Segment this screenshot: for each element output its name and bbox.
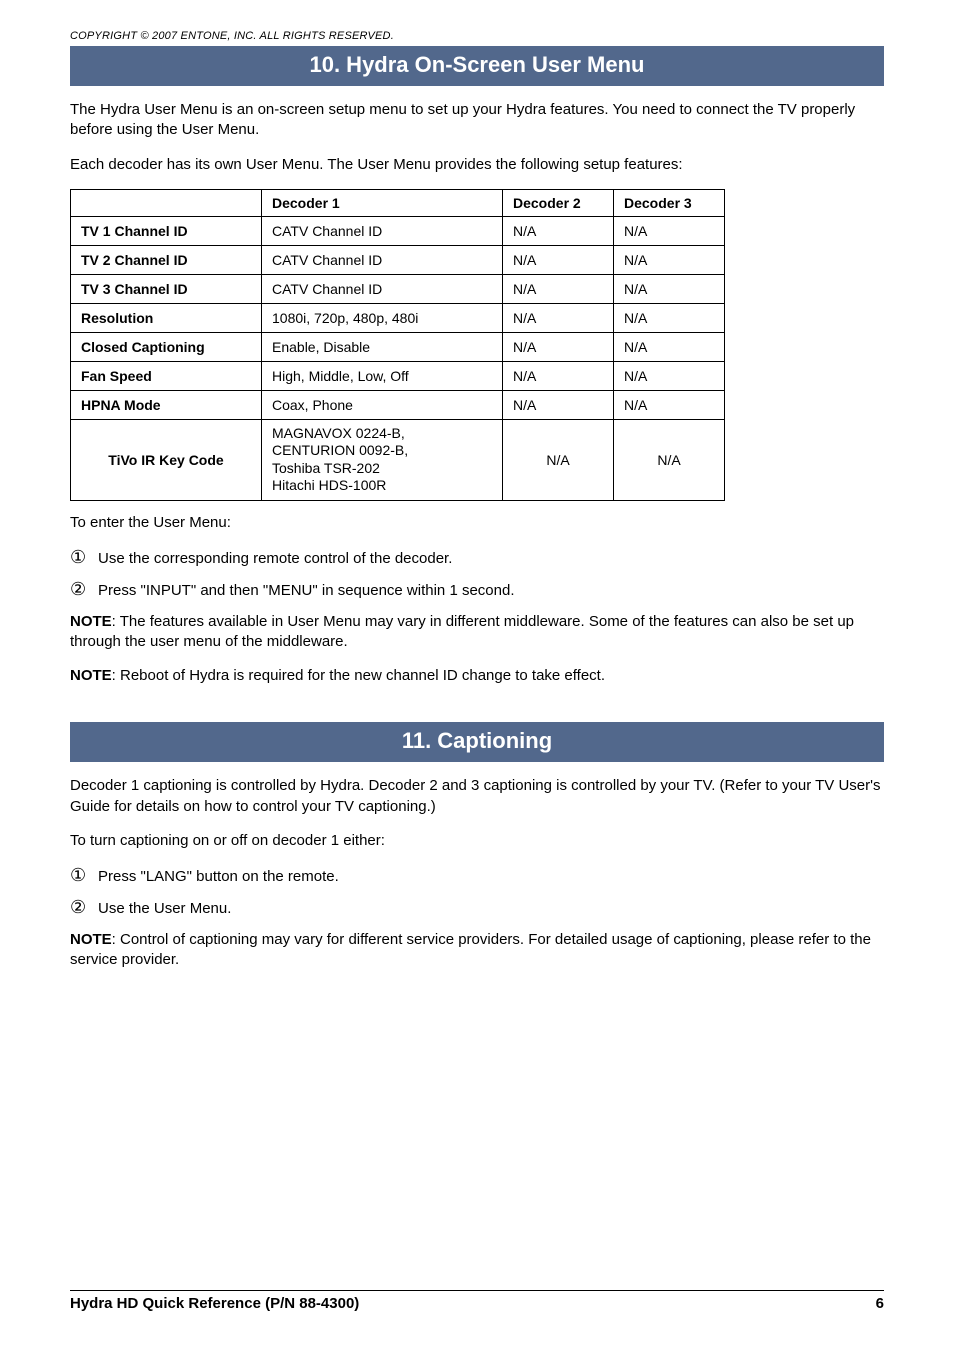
circled-one-icon: ① bbox=[70, 865, 98, 886]
circled-two-icon: ② bbox=[70, 579, 98, 600]
row-label: Resolution bbox=[71, 303, 262, 332]
cell-d3: N/A bbox=[614, 419, 725, 500]
note-label: NOTE bbox=[70, 667, 112, 684]
step-2-text: Press "INPUT" and then "MENU" in sequenc… bbox=[98, 581, 515, 601]
step-2-row: ② Use the User Menu. bbox=[70, 897, 884, 919]
table-row: TV 1 Channel ID CATV Channel ID N/A N/A bbox=[71, 216, 725, 245]
cell-d3: N/A bbox=[614, 332, 725, 361]
row-label: TV 2 Channel ID bbox=[71, 245, 262, 274]
cell-d2: N/A bbox=[503, 216, 614, 245]
cell-d2: N/A bbox=[503, 390, 614, 419]
page-footer: Hydra HD Quick Reference (P/N 88-4300) 6 bbox=[70, 1290, 884, 1312]
row-label: TV 1 Channel ID bbox=[71, 216, 262, 245]
cell-d1: High, Middle, Low, Off bbox=[262, 361, 503, 390]
cell-d1: 1080i, 720p, 480p, 480i bbox=[262, 303, 503, 332]
table-row: TiVo IR Key Code MAGNAVOX 0224-B, CENTUR… bbox=[71, 419, 725, 500]
step-1-text: Press "LANG" button on the remote. bbox=[98, 867, 339, 887]
section-11-intro-2: To turn captioning on or off on decoder … bbox=[70, 831, 884, 851]
section-10-note-2: NOTE: Reboot of Hydra is required for th… bbox=[70, 666, 884, 686]
table-header-row: Decoder 1 Decoder 2 Decoder 3 bbox=[71, 189, 725, 216]
circled-two-icon: ② bbox=[70, 897, 98, 918]
step-2-text: Use the User Menu. bbox=[98, 899, 231, 919]
cell-d3: N/A bbox=[614, 361, 725, 390]
decoder-feature-table: Decoder 1 Decoder 2 Decoder 3 TV 1 Chann… bbox=[70, 189, 725, 501]
table-header-blank bbox=[71, 189, 262, 216]
note-text: : Reboot of Hydra is required for the ne… bbox=[112, 667, 605, 684]
row-label: Closed Captioning bbox=[71, 332, 262, 361]
table-row: Resolution 1080i, 720p, 480p, 480i N/A N… bbox=[71, 303, 725, 332]
cell-d2: N/A bbox=[503, 274, 614, 303]
step-1-row: ① Use the corresponding remote control o… bbox=[70, 547, 884, 569]
table-row: TV 3 Channel ID CATV Channel ID N/A N/A bbox=[71, 274, 725, 303]
cell-d1: MAGNAVOX 0224-B, CENTURION 0092-B, Toshi… bbox=[262, 419, 503, 500]
cell-d1: Enable, Disable bbox=[262, 332, 503, 361]
step-1-text: Use the corresponding remote control of … bbox=[98, 549, 452, 569]
section-11-intro-1: Decoder 1 captioning is controlled by Hy… bbox=[70, 776, 884, 817]
circled-one-icon: ① bbox=[70, 547, 98, 568]
row-label: TiVo IR Key Code bbox=[71, 419, 262, 500]
footer-left: Hydra HD Quick Reference (P/N 88-4300) bbox=[70, 1295, 359, 1312]
table-header-decoder1: Decoder 1 bbox=[262, 189, 503, 216]
section-10-note-1: NOTE: The features available in User Men… bbox=[70, 612, 884, 653]
cell-d3: N/A bbox=[614, 245, 725, 274]
step-1-row: ① Press "LANG" button on the remote. bbox=[70, 865, 884, 887]
cell-d1: CATV Channel ID bbox=[262, 216, 503, 245]
cell-d2: N/A bbox=[503, 361, 614, 390]
cell-d2: N/A bbox=[503, 245, 614, 274]
note-label: NOTE bbox=[70, 613, 112, 630]
section-10-intro-2: Each decoder has its own User Menu. The … bbox=[70, 155, 884, 175]
row-label: Fan Speed bbox=[71, 361, 262, 390]
cell-d1: Coax, Phone bbox=[262, 390, 503, 419]
cell-d2: N/A bbox=[503, 419, 614, 500]
cell-d3: N/A bbox=[614, 390, 725, 419]
table-row: HPNA Mode Coax, Phone N/A N/A bbox=[71, 390, 725, 419]
cell-d2: N/A bbox=[503, 303, 614, 332]
note-label: NOTE bbox=[70, 931, 112, 948]
cell-d1: CATV Channel ID bbox=[262, 245, 503, 274]
cell-d1: CATV Channel ID bbox=[262, 274, 503, 303]
cell-d3: N/A bbox=[614, 303, 725, 332]
step-2-row: ② Press "INPUT" and then "MENU" in seque… bbox=[70, 579, 884, 601]
row-label: TV 3 Channel ID bbox=[71, 274, 262, 303]
cell-d2: N/A bbox=[503, 332, 614, 361]
section-10-title: 10. Hydra On-Screen User Menu bbox=[70, 46, 884, 86]
footer-page-number: 6 bbox=[876, 1295, 884, 1312]
table-row: TV 2 Channel ID CATV Channel ID N/A N/A bbox=[71, 245, 725, 274]
table-row: Fan Speed High, Middle, Low, Off N/A N/A bbox=[71, 361, 725, 390]
enter-user-menu-intro: To enter the User Menu: bbox=[70, 513, 884, 533]
section-11-note: NOTE: Control of captioning may vary for… bbox=[70, 930, 884, 971]
note-text: : Control of captioning may vary for dif… bbox=[70, 931, 871, 968]
note-text: : The features available in User Menu ma… bbox=[70, 613, 854, 650]
table-row: Closed Captioning Enable, Disable N/A N/… bbox=[71, 332, 725, 361]
copyright-line: COPYRIGHT © 2007 ENTONE, INC. ALL RIGHTS… bbox=[70, 30, 884, 42]
cell-d3: N/A bbox=[614, 216, 725, 245]
table-header-decoder3: Decoder 3 bbox=[614, 189, 725, 216]
section-10-intro-1: The Hydra User Menu is an on-screen setu… bbox=[70, 100, 884, 141]
section-11-title: 11. Captioning bbox=[70, 722, 884, 762]
table-header-decoder2: Decoder 2 bbox=[503, 189, 614, 216]
cell-d3: N/A bbox=[614, 274, 725, 303]
row-label: HPNA Mode bbox=[71, 390, 262, 419]
